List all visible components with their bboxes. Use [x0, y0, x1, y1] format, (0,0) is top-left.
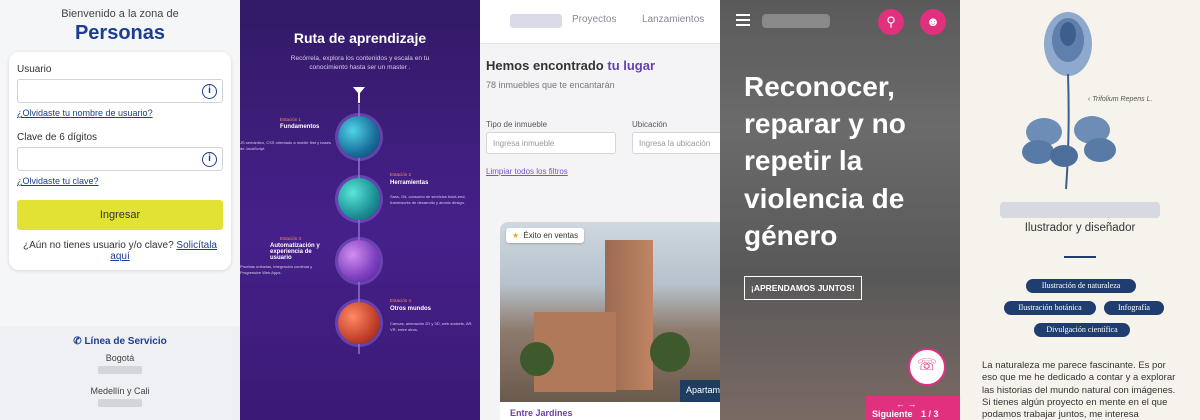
pin-field[interactable]: i: [17, 147, 223, 171]
next-slide-button[interactable]: ← → Siguiente 1 / 3: [866, 396, 960, 420]
listing-photo: [500, 222, 720, 402]
info-icon[interactable]: i: [202, 152, 217, 167]
station-1-desc: JS semántico, CSS orientado a mobile fir…: [240, 140, 331, 151]
arrow-icons: ← →: [896, 399, 917, 409]
tag-science[interactable]: Divulgación científica: [1034, 323, 1130, 337]
city-label: Bogotá: [105, 353, 135, 363]
top-nav: Proyectos Lanzamientos: [480, 0, 720, 44]
results-heading-highlight: tu lugar: [607, 58, 656, 73]
brand-logo[interactable]: [762, 14, 830, 28]
type-label: Tipo de inmueble: [486, 120, 548, 129]
learning-title: Ruta de aprendizaje: [293, 30, 427, 46]
station-4-label: Estación 4: [390, 298, 412, 303]
location-input[interactable]: Ingresa la ubicación: [632, 132, 720, 154]
user-label: Usuario: [17, 64, 52, 75]
redacted-phone: [98, 366, 142, 374]
results-heading: Hemos encontrado tu lugar: [486, 58, 655, 73]
learn-together-button[interactable]: ¡APRENDAMOS JUNTOS!: [744, 276, 862, 300]
species-caption: ‹ Trifolium Repens L.: [1088, 96, 1152, 103]
portfolio-panel: ‹ Trifolium Repens L. Ilustrador y diseñ…: [960, 0, 1200, 420]
user-icon[interactable]: ☻: [920, 9, 946, 35]
station-4-orb[interactable]: [338, 302, 380, 344]
station-3-orb[interactable]: [338, 240, 380, 282]
service-line: ✆ Línea de Servicio Bogotá Medellín y Ca…: [0, 326, 240, 420]
no-account-question: ¿Aún no tienes usuario y/o clave?: [22, 240, 174, 251]
support-chat-icon[interactable]: ☏: [908, 348, 946, 386]
phone-icon: ✆: [73, 336, 82, 347]
tag-botanical[interactable]: Ilustración botánica: [1004, 301, 1096, 315]
badge-text: Éxito en ventas: [523, 231, 579, 240]
brand-logo[interactable]: [510, 14, 562, 28]
location-label: Ubicación: [632, 120, 668, 129]
redacted-phone: [98, 399, 142, 407]
station-1-orb[interactable]: [338, 116, 380, 158]
no-account-text: ¿Aún no tienes usuario y/o clave? Solicí…: [17, 240, 223, 262]
divider: [1064, 256, 1096, 258]
login-button[interactable]: Ingresar: [17, 200, 223, 230]
station-2-desc: Sass, Git, consumo de servicios back-end…: [390, 194, 466, 205]
realestate-panel: Proyectos Lanzamientos Hemos encontrado …: [480, 0, 720, 420]
next-label: Siguiente: [872, 409, 913, 419]
station-3-label: Estación 3: [280, 236, 302, 241]
tag-nature[interactable]: Ilustración de naturaleza: [1026, 279, 1136, 293]
tag-infographic[interactable]: Infografía: [1104, 301, 1164, 315]
service-title: ✆ Línea de Servicio: [0, 336, 240, 347]
station-2-orb[interactable]: [338, 178, 380, 220]
campaign-panel: ⚲ ☻ Reconocer, reparar y no repetir la v…: [720, 0, 960, 420]
project-name[interactable]: Entre Jardines: [510, 408, 573, 418]
property-type-ribbon: Apartamentos: [680, 380, 720, 402]
tree-shape: [520, 342, 554, 376]
hero-headline: Reconocer, reparar y no repetir la viole…: [744, 71, 906, 251]
forgot-pin-link[interactable]: ¿Olvidaste tu clave?: [17, 176, 223, 186]
listing-card[interactable]: ★ Éxito en ventas Apartamentos Entre Jar…: [500, 222, 720, 420]
tree-shape: [650, 332, 690, 372]
station-1-name: Fundamentos: [280, 124, 320, 130]
station-4-desc: Canvas, animación 2D y 3D, web sockets, …: [390, 321, 473, 332]
city-label: Medellín y Cali: [90, 386, 150, 396]
station-2-name: Herramientas: [390, 180, 429, 186]
star-icon: ★: [512, 231, 520, 240]
zone-title: Personas: [74, 22, 166, 44]
station-3-desc: Pruebas unitarias, integración continua …: [240, 264, 313, 275]
hamburger-menu-icon[interactable]: [736, 14, 750, 29]
learning-panel: Ruta de aprendizaje Recórrela, explora l…: [240, 0, 480, 420]
bio-text: La naturaleza me parece fascinante. Es p…: [982, 360, 1176, 420]
nav-launches[interactable]: Lanzamientos: [642, 14, 704, 25]
station-4-name: Otros mundos: [390, 306, 432, 312]
results-heading-prefix: Hemos encontrado: [486, 58, 604, 73]
slide-counter: 1 / 3: [921, 409, 939, 419]
chevron-left-icon: ‹: [1088, 96, 1091, 103]
info-icon[interactable]: i: [202, 84, 217, 99]
best-seller-badge: ★ Éxito en ventas: [506, 228, 585, 243]
redacted-name: [1000, 202, 1160, 218]
station-3-name: Automatización y experiencia de usuario: [270, 243, 320, 261]
species-name: Trifolium Repens L.: [1092, 96, 1153, 103]
station-2-label: Estación 2: [390, 172, 412, 177]
learning-subtitle: Recórrela, explora los contenidos y esca…: [290, 55, 430, 72]
username-field[interactable]: i: [17, 79, 223, 103]
clear-filters-link[interactable]: Limpiar todos los filtros: [486, 167, 568, 176]
pin-label: Clave de 6 dígitos: [17, 132, 98, 143]
results-count: 78 inmuebles que te encantarán: [486, 80, 615, 90]
path-start-icon: [353, 87, 365, 103]
search-icon[interactable]: ⚲: [878, 9, 904, 35]
login-panel: Bienvenido a la zona de Personas Usuario…: [0, 0, 240, 420]
type-input[interactable]: Ingresa inmueble: [486, 132, 616, 154]
role-title: Ilustrador y diseñador: [1024, 222, 1136, 234]
nav-projects[interactable]: Proyectos: [572, 14, 616, 25]
welcome-text: Bienvenido a la zona de: [61, 8, 179, 20]
login-card: Usuario i ¿Olvidaste tu nombre de usuari…: [9, 52, 231, 270]
service-title-text: Línea de Servicio: [84, 336, 167, 347]
station-1-label: Estación 1: [280, 117, 302, 122]
forgot-username-link[interactable]: ¿Olvidaste tu nombre de usuario?: [17, 108, 223, 118]
